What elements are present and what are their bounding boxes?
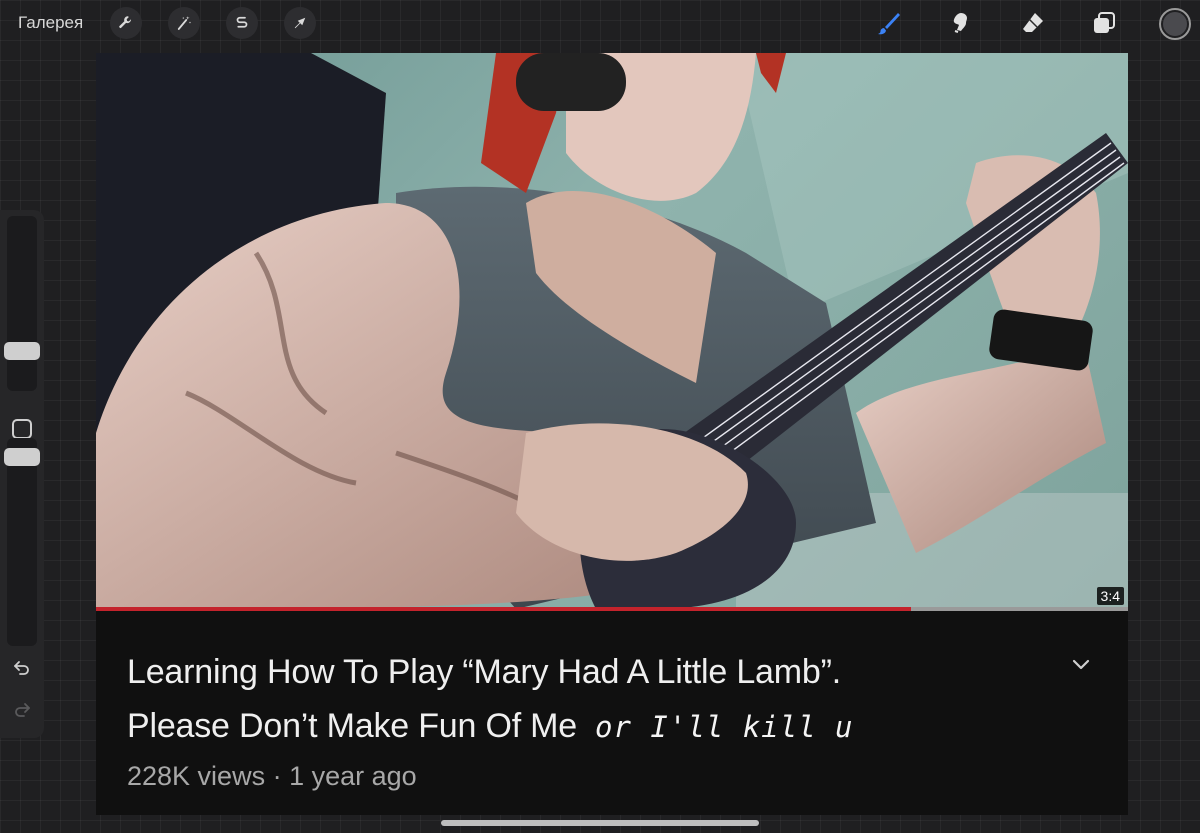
- current-color-swatch: [1163, 12, 1187, 36]
- drawing-canvas[interactable]: 3:4 Learning How To Play “Mary Had A Lit…: [96, 53, 1128, 815]
- home-indicator[interactable]: [441, 820, 759, 826]
- guitarist-illustration: [96, 53, 1128, 609]
- color-picker-button[interactable]: [1159, 8, 1191, 40]
- layers-tool[interactable]: [1089, 8, 1119, 38]
- smudge-tool[interactable]: [946, 8, 976, 38]
- video-duration: 3:4: [1096, 587, 1124, 605]
- eraser-tool[interactable]: [1018, 8, 1048, 38]
- layers-icon: [1094, 12, 1115, 33]
- expand-description-button[interactable]: [1066, 649, 1096, 679]
- redo-icon: [15, 703, 30, 717]
- undo-icon: [14, 661, 29, 675]
- adjustments-button[interactable]: [168, 7, 200, 39]
- sidebar: [0, 210, 44, 738]
- selection-button[interactable]: [226, 7, 258, 39]
- brush-tool[interactable]: [874, 8, 904, 38]
- transform-arrow-icon: [294, 17, 306, 29]
- brush-size-thumb[interactable]: [4, 342, 40, 360]
- toolbar: Галерея: [0, 0, 1200, 46]
- video-thumbnail[interactable]: 3:4: [96, 53, 1128, 609]
- video-stats: 228K views · 1 year ago: [127, 761, 417, 791]
- transform-button[interactable]: [284, 7, 316, 39]
- opacity-thumb[interactable]: [4, 448, 40, 466]
- actions-button[interactable]: [110, 7, 142, 39]
- brush-size-slider[interactable]: [4, 216, 40, 391]
- redo-button[interactable]: [10, 698, 34, 722]
- undo-button[interactable]: [10, 656, 34, 680]
- smudge-icon: [953, 13, 967, 33]
- video-info: Learning How To Play “Mary Had A Little …: [96, 611, 1128, 815]
- handwritten-text: or I'll kill u: [595, 710, 854, 744]
- opacity-slider[interactable]: [4, 438, 40, 646]
- video-title-line2: Please Don’t Make Fun Of Me: [127, 707, 578, 745]
- video-title[interactable]: Learning How To Play “Mary Had A Little …: [127, 645, 1027, 754]
- chevron-down-icon: [1072, 659, 1090, 670]
- video-title-line1: Learning How To Play “Mary Had A Little …: [127, 653, 841, 691]
- eraser-icon: [1023, 13, 1043, 32]
- gallery-button[interactable]: Галерея: [18, 13, 83, 33]
- magic-wand-icon: [177, 16, 192, 30]
- selection-icon: [236, 16, 248, 28]
- brush-icon: [878, 13, 900, 35]
- modify-button[interactable]: [12, 419, 32, 439]
- wrench-icon: [119, 16, 132, 29]
